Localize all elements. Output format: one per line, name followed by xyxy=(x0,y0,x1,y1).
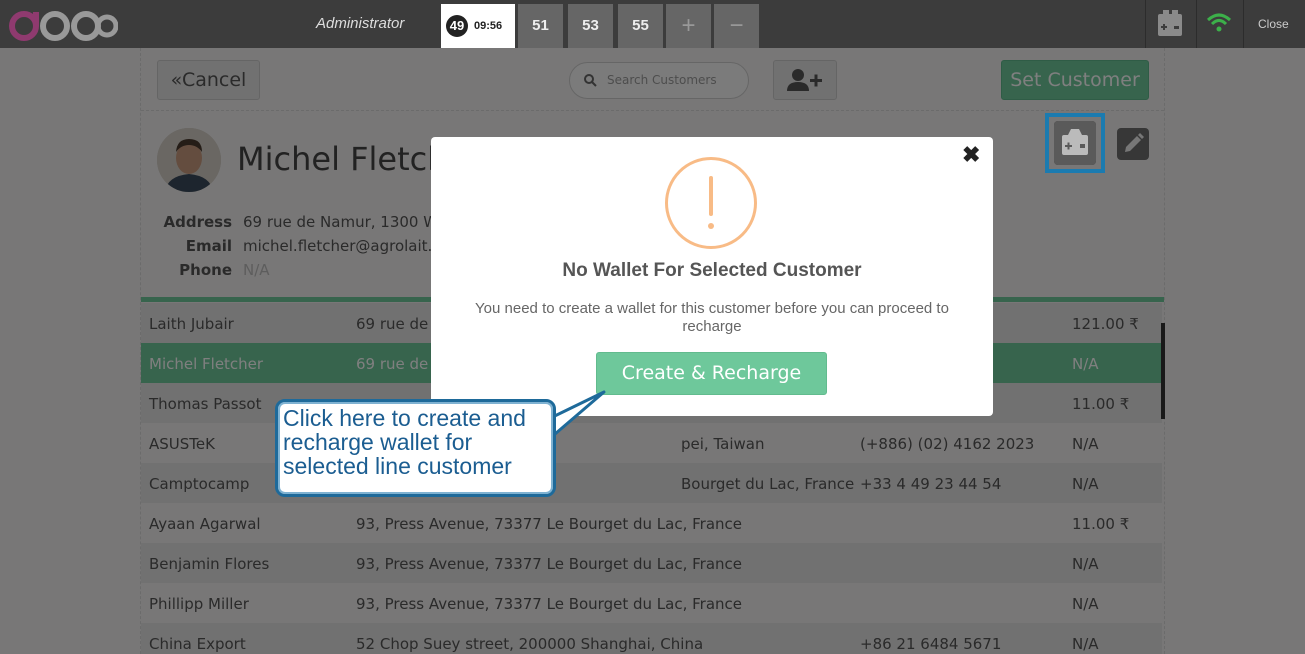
add-order-button[interactable]: + xyxy=(666,4,711,48)
odoo-logo xyxy=(6,4,119,44)
order-tab[interactable]: 55 xyxy=(618,4,663,48)
user-name: Administrator xyxy=(316,15,405,32)
warning-dot xyxy=(708,223,714,229)
order-tab-active[interactable]: 49 09:56 xyxy=(441,4,515,48)
close-button[interactable]: Close xyxy=(1258,17,1289,31)
order-tab[interactable]: 53 xyxy=(568,4,613,48)
create-recharge-button[interactable]: Create & Recharge xyxy=(596,352,827,395)
dialog-title: No Wallet For Selected Customer xyxy=(562,260,862,281)
close-icon[interactable]: ✖ xyxy=(962,142,980,168)
top-bar: Administrator 49 09:56 51 53 55 + − Clos… xyxy=(0,0,1305,48)
annotation-callout: Click here to create and recharge wallet… xyxy=(275,399,556,497)
divider xyxy=(1145,0,1146,48)
callout-text: Click here to create and recharge wallet… xyxy=(283,405,526,479)
wifi-icon xyxy=(1203,0,1235,48)
cashbox-icon[interactable] xyxy=(1150,0,1190,48)
divider xyxy=(1243,0,1244,48)
warning-bar xyxy=(709,176,713,216)
warning-icon xyxy=(665,157,757,249)
order-tab[interactable]: 51 xyxy=(518,4,563,48)
wallet-highlight-frame xyxy=(1045,113,1105,173)
remove-order-button[interactable]: − xyxy=(714,4,759,48)
divider xyxy=(1196,0,1197,48)
dialog-message: You need to create a wallet for this cus… xyxy=(475,300,949,335)
order-time: 09:56 xyxy=(474,20,503,32)
order-number: 49 xyxy=(446,15,468,37)
no-wallet-dialog: ✖ No Wallet For Selected Customer You ne… xyxy=(431,137,993,416)
